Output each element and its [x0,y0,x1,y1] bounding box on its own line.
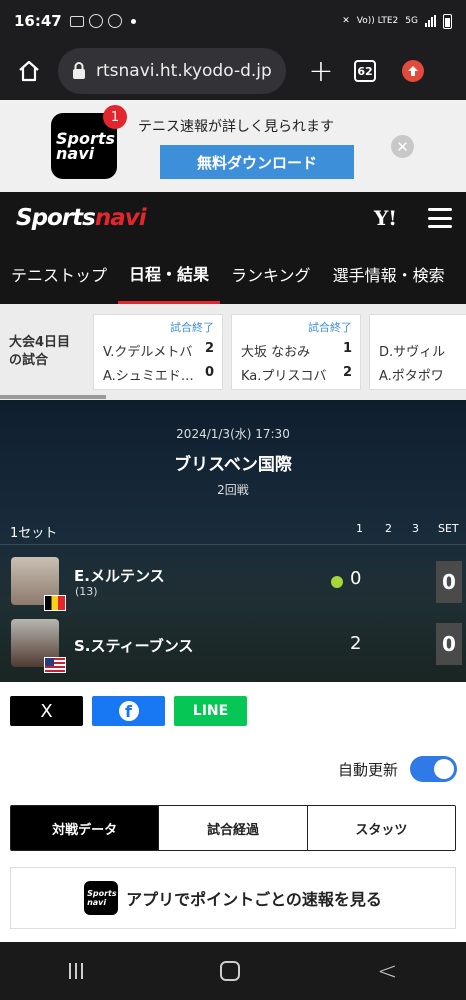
recent-apps-button[interactable] [68,963,83,979]
scroll-indicator [0,395,106,399]
tab-switcher-button[interactable]: 62 [354,60,376,82]
status-bar: 16:47 ✕ Vo)) LTE2 5G [0,0,466,42]
player-name: V.クデルメトバ [103,345,193,360]
player-score: 2 [342,365,352,380]
tab-schedule-results[interactable]: 日程・結果 [118,244,221,304]
mute-icon: ✕ [342,15,350,26]
sets-won: 0 [436,561,462,603]
network-5g-label: 5G [405,15,418,26]
browser-menu-button[interactable] [402,60,424,82]
player-name: A.シュミエド… [103,369,194,384]
android-nav-bar: < [0,942,466,1000]
menu-icon[interactable] [428,208,452,228]
app-notification-icon [88,14,103,28]
home-icon [19,60,39,82]
signal-icon [425,15,436,27]
free-download-button[interactable]: 無料ダウンロード [160,145,354,179]
player-name: Ka.プリスコバ [241,369,327,384]
section-tabs: 対戦データ 試合経過 スタッツ [10,805,456,851]
player-score: 0 [204,365,214,380]
divider [0,544,466,545]
sportsnavi-logo[interactable]: Sportsnavi [16,205,147,231]
current-set-label: 1セット [10,526,58,541]
player-name: E.メルテンス [74,567,165,585]
sport-nav-tabs: テニストップ 日程・結果 ランキング 選手情報・検索 [0,244,466,304]
line-notification-icon [107,14,122,28]
match-card[interactable]: 試合終了 V.クデルメトバ 2 A.シュミエド… 0 [93,314,223,390]
player-name: 大坂 なおみ [241,345,311,360]
mail-icon [69,15,84,27]
match-status: 試合終了 [170,321,214,334]
sets-won: 0 [436,623,462,665]
yahoo-logo[interactable]: Y! [374,206,397,230]
share-x-button[interactable]: X [10,696,83,726]
new-tab-button[interactable]: + [290,54,352,89]
player-name: D.サヴィル [379,345,446,360]
player-seed: (13) [75,585,98,598]
match-content: X f LINE 自動更新 対戦データ 試合経過 スタッツ Sports navi… [0,682,466,942]
x-icon: X [40,700,53,722]
match-status: 試合終了 [308,321,352,334]
player-name: A.ポタポワ [379,369,444,384]
game-score: 2 [350,633,362,654]
player-row: E.メルテンス (13) 0 0 [0,552,466,612]
player-name: S.スティーブンス [74,637,194,655]
auto-update-toggle[interactable] [410,756,457,782]
arrow-up-icon [408,66,418,76]
notification-badge: 1 [103,105,127,129]
address-bar[interactable]: rtsnavi.ht.kyodo-d.jp [58,48,286,94]
close-banner-button[interactable]: ✕ [391,135,414,158]
notification-icons [69,14,136,28]
set-column-header: 2 [385,522,392,535]
set-column-header: 3 [412,522,419,535]
close-icon: ✕ [396,137,409,156]
day-label: 大会4日目 の試合 [9,335,71,368]
banner-text: テニス速報が詳しく見られます [138,119,334,135]
share-line-button[interactable]: LINE [174,696,247,726]
home-button[interactable] [0,42,58,100]
player-score: 2 [204,341,214,356]
tournament-name: ブリスベン国際 [174,455,292,475]
match-datetime: 2024/1/3(水) 17:30 [176,427,290,441]
match-card[interactable]: 試合 D.サヴィル A.ポタポワ [369,314,466,390]
app-live-updates-link[interactable]: Sports navi アプリでポイントごとの速報を見る [10,867,456,929]
tab-stats[interactable]: スタッツ [306,806,455,850]
usa-flag-icon [44,657,66,673]
set-total-header: SET [438,522,459,535]
network-label: Vo)) LTE2 [356,15,399,26]
home-nav-button[interactable] [219,961,240,981]
browser-toolbar: rtsnavi.ht.kyodo-d.jp + 62 [0,42,466,100]
system-icons: ✕ Vo)) LTE2 5G [342,13,452,29]
tab-player-search[interactable]: 選手情報・検索 [322,244,456,304]
app-link-text: アプリでポイントごとの速報を見る [126,890,382,909]
auto-update-label: 自動更新 [338,761,399,779]
player-row: S.スティーブンス 2 0 [0,614,466,674]
match-round: 2回戦 [217,483,249,497]
tab-ranking[interactable]: ランキング [220,244,322,304]
serving-indicator-icon [331,576,343,588]
toggle-knob [434,759,454,779]
share-facebook-button[interactable]: f [92,696,165,726]
tab-tennis-top[interactable]: テニストップ [0,244,118,304]
back-button[interactable]: < [377,957,397,985]
more-notifications-icon [130,18,136,24]
scoreboard: 2024/1/3(水) 17:30 ブリスベン国際 2回戦 1セット 1 2 3… [0,400,466,682]
match-day-scroller[interactable]: 大会4日目 の試合 試合終了 V.クデルメトバ 2 A.シュミエド… 0 試合終… [0,304,466,400]
set-column-header: 1 [356,522,363,535]
tab-head-to-head[interactable]: 対戦データ [11,806,159,850]
site-header: Sportsnavi Y! [0,192,466,244]
sportsnavi-app-icon: Sports navi [84,881,119,915]
tab-match-progress[interactable]: 試合経過 [158,806,307,850]
lock-icon [73,62,85,79]
status-time: 16:47 [14,12,62,30]
url-text: rtsnavi.ht.kyodo-d.jp [96,61,272,81]
match-card[interactable]: 試合終了 大坂 なおみ 1 Ka.プリスコバ 2 [231,314,361,390]
battery-icon [443,13,452,29]
facebook-icon: f [118,701,139,721]
game-score: 0 [350,568,362,589]
belgium-flag-icon [44,595,66,611]
player-score: 1 [342,341,352,356]
